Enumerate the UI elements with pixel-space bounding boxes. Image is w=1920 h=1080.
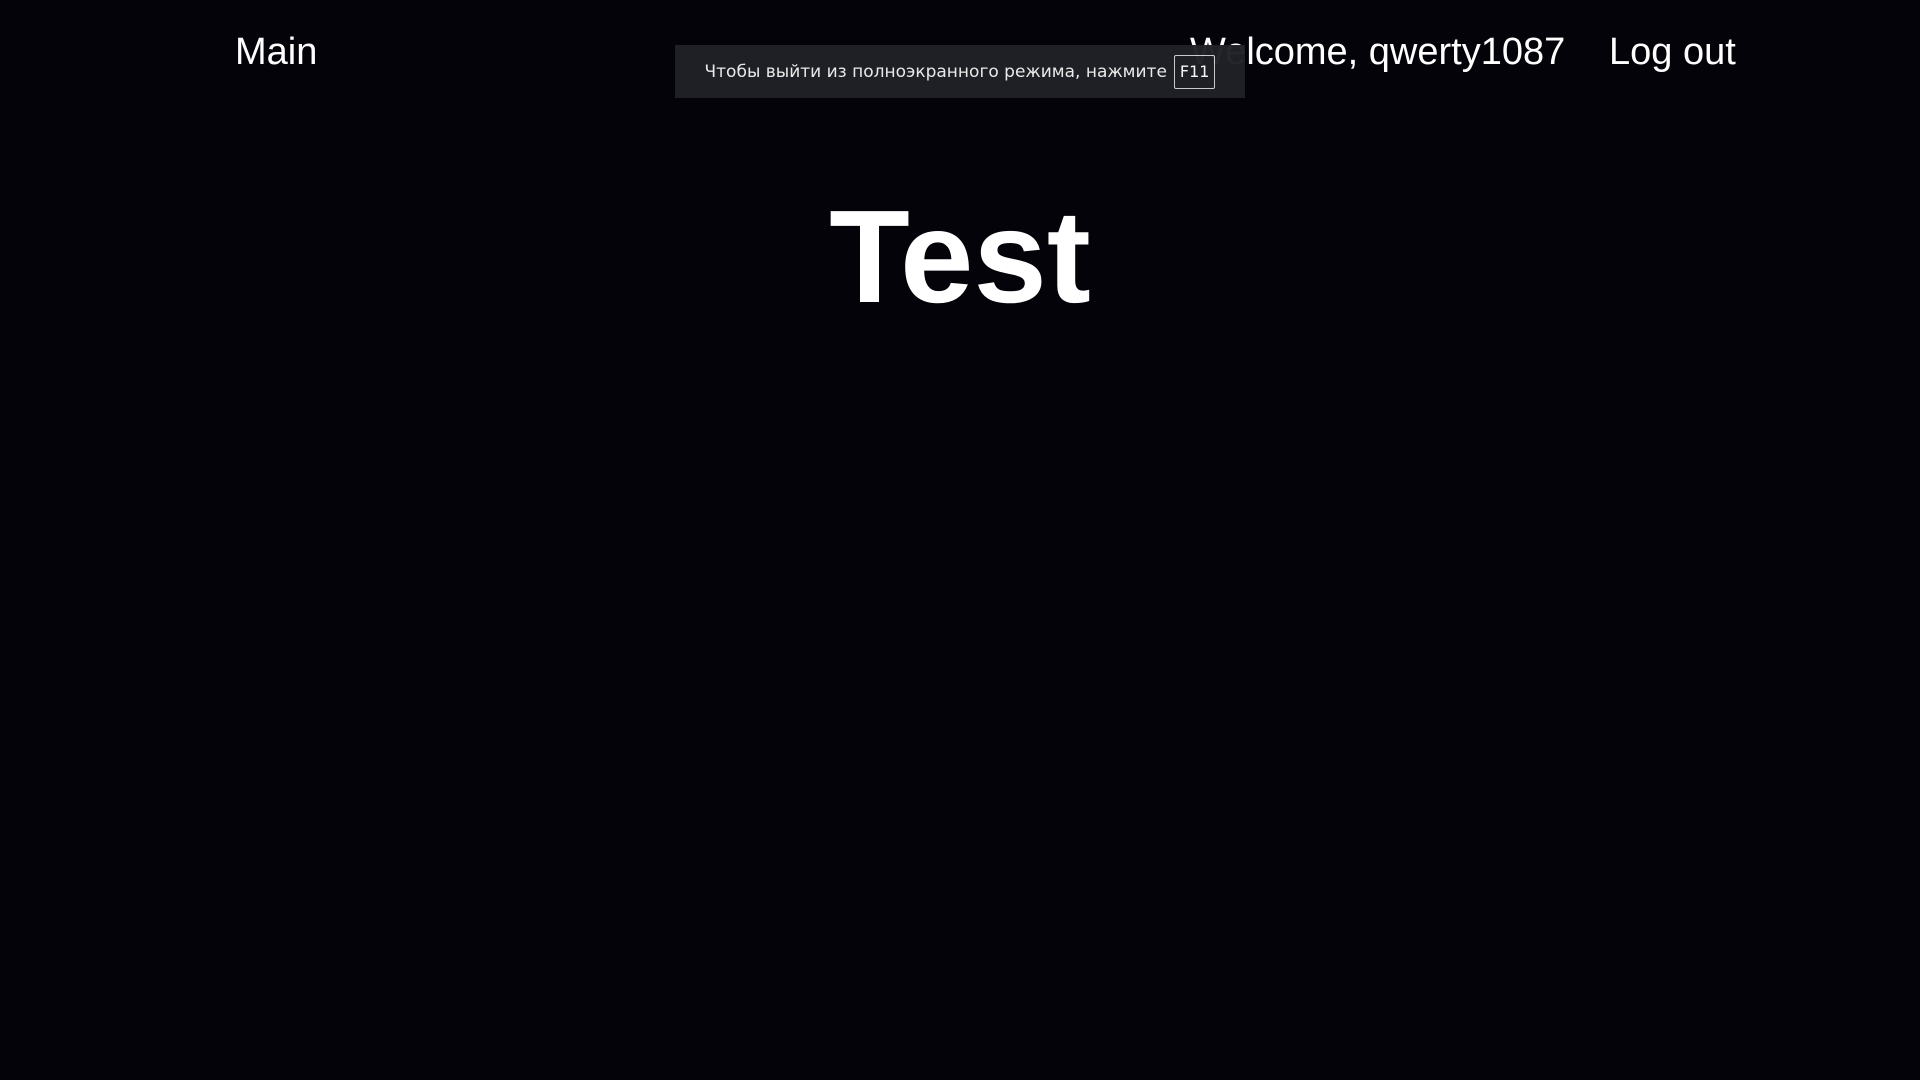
f11-key-badge: F11 <box>1173 54 1216 89</box>
welcome-text: Welcome, qwerty1087 <box>1190 31 1566 73</box>
page: Main Welcome, qwerty1087 Log out Чтобы в… <box>0 0 1920 1080</box>
logout-link[interactable]: Log out <box>1609 29 1736 75</box>
fullscreen-exit-notice: Чтобы выйти из полноэкранного режима, на… <box>675 45 1245 98</box>
page-title: Test <box>829 183 1091 330</box>
fullscreen-notice-message: Чтобы выйти из полноэкранного режима, на… <box>704 61 1167 82</box>
main-link[interactable]: Main <box>235 29 317 75</box>
